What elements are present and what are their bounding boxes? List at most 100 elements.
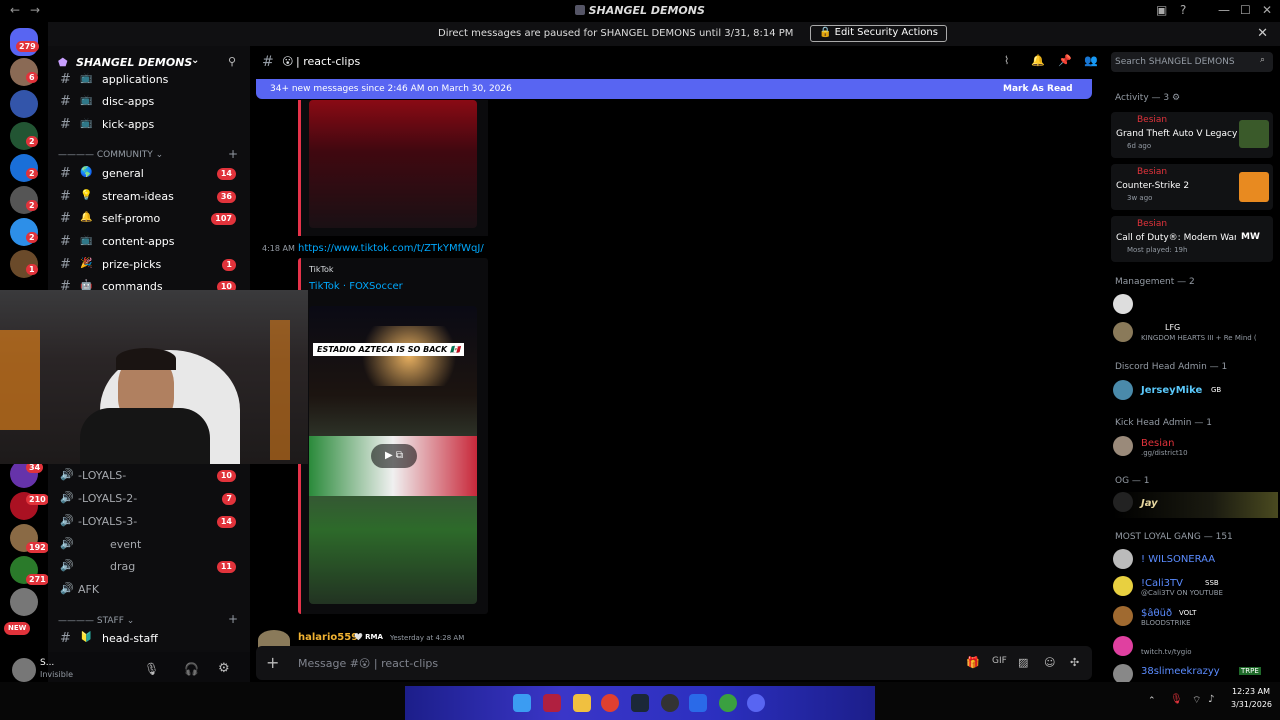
app-icon[interactable]: [543, 694, 561, 712]
category-staff[interactable]: ———— STAFF ⌄: [58, 616, 134, 626]
message-author[interactable]: halario559: [298, 632, 358, 643]
speaker-icon: 🔊: [60, 537, 74, 550]
channel-kick-apps[interactable]: # 📺 kick-apps: [56, 115, 246, 135]
previous-embed: [298, 100, 488, 236]
add-member-icon[interactable]: ⚲: [228, 55, 236, 68]
server-icon[interactable]: [10, 588, 38, 616]
headphones-icon[interactable]: 🎧: [184, 662, 199, 676]
channel-disc-apps[interactable]: # 📺 disc-apps: [56, 92, 246, 112]
channel-name: prize-picks: [102, 258, 162, 271]
security-shield-icon[interactable]: [689, 694, 707, 712]
inbox-icon[interactable]: ▣: [1156, 3, 1167, 17]
gta-icon: [1239, 120, 1269, 148]
add-channel-icon[interactable]: +: [228, 612, 238, 626]
member-item[interactable]: Besian .gg/district10: [1113, 436, 1278, 458]
message-input[interactable]: Message #😮 | react-clips: [298, 657, 438, 670]
wifi-icon[interactable]: ⌔: [1192, 694, 1201, 707]
chevron-up-icon[interactable]: ⌃: [1148, 696, 1156, 706]
add-channel-icon[interactable]: +: [228, 147, 238, 161]
channel-name: self-promo: [102, 212, 161, 225]
new-badge[interactable]: NEW: [4, 622, 31, 635]
help-icon[interactable]: ?: [1180, 3, 1186, 17]
maximize-icon[interactable]: ☐: [1240, 3, 1251, 17]
channel-self-promo[interactable]: # 🔔 self-promo 107: [56, 209, 246, 229]
member-item[interactable]: [1113, 294, 1278, 316]
voice-channel-loyals[interactable]: 🔊 -LOYALS- 10: [56, 466, 246, 486]
activity-card[interactable]: Besian Call of Duty®: Modern Warf... Mos…: [1111, 216, 1273, 262]
member-item[interactable]: !Cali3TV SSB @Cali3TV ON YOUTUBE: [1113, 576, 1278, 598]
add-attachment-icon[interactable]: +: [266, 653, 279, 672]
avatar[interactable]: [12, 658, 36, 682]
message-time: Yesterday at 4:28 AM: [390, 634, 465, 642]
channel-content-apps[interactable]: # 📺 content-apps: [56, 232, 246, 252]
member-item[interactable]: ! WILSONERAA: [1113, 549, 1278, 571]
obs-icon[interactable]: [661, 694, 679, 712]
voice-channel-drag[interactable]: 🔊 drag 11: [56, 557, 246, 577]
member-item[interactable]: $âθüð VOLT BLOODSTRIKE: [1113, 606, 1278, 628]
channel-prize-picks[interactable]: # 🎉 prize-picks 1: [56, 255, 246, 275]
channel-title-text: react-clips: [303, 55, 361, 68]
channel-name: event: [110, 538, 142, 551]
chrome-icon[interactable]: [601, 694, 619, 712]
new-messages-bar[interactable]: 34+ new messages since 2:46 AM on March …: [256, 79, 1092, 99]
voice-channel-loyals-2[interactable]: 🔊 -LOYALS-2- 7: [56, 489, 246, 509]
avatar: [1113, 380, 1133, 400]
mention-count: 36: [216, 191, 236, 203]
file-explorer-icon[interactable]: [573, 694, 591, 712]
members-icon[interactable]: 👥: [1084, 54, 1098, 67]
volume-icon[interactable]: ♪: [1208, 694, 1214, 705]
channel-name: -LOYALS-3-: [78, 515, 138, 528]
mark-as-read-button[interactable]: Mark As Read: [1003, 84, 1073, 94]
avatar: [1113, 492, 1133, 512]
threads-icon[interactable]: ⌇: [1004, 54, 1009, 67]
steam-icon[interactable]: [631, 694, 649, 712]
member-item[interactable]: twitch.tv/tygio: [1113, 636, 1278, 658]
member-item[interactable]: JerseyMike GB: [1113, 380, 1278, 402]
activity-card[interactable]: Besian Counter-Strike 2 3w ago: [1111, 164, 1273, 210]
channel-applications[interactable]: # 📺 applications: [56, 70, 246, 90]
apps-icon[interactable]: ✣: [1070, 656, 1079, 669]
orange-light-graphic: [270, 320, 290, 460]
gif-icon[interactable]: GIF: [992, 656, 1007, 666]
embed-title[interactable]: TikTok · FOXSoccer: [309, 281, 403, 292]
windows-start-icon[interactable]: [513, 694, 531, 712]
video-thumbnail[interactable]: ESTADIO AZTECA IS SO BACK 🇲🇽 ▶ ⧉: [309, 306, 477, 604]
server-icon: [575, 5, 586, 15]
play-button[interactable]: ▶ ⧉: [371, 444, 417, 468]
server-icon[interactable]: [10, 90, 38, 118]
clock-date[interactable]: 3/31/2026: [1231, 700, 1272, 709]
voice-channel-loyals-3[interactable]: 🔊 -LOYALS-3- 14: [56, 512, 246, 532]
discord-icon[interactable]: [747, 694, 765, 712]
category-community[interactable]: ———— COMMUNITY ⌄: [58, 150, 163, 160]
emoji-icon[interactable]: ☺: [1044, 656, 1055, 669]
channel-stream-ideas[interactable]: # 💡 stream-ideas 36: [56, 187, 246, 207]
voice-channel-event[interactable]: 🔊 event: [56, 535, 246, 555]
clock-time[interactable]: 12:23 AM: [1232, 687, 1270, 696]
close-banner-icon[interactable]: ✕: [1257, 26, 1268, 41]
microphone-icon[interactable]: 🎙: [144, 662, 159, 676]
sticker-icon[interactable]: ▨: [1018, 656, 1028, 669]
voice-channel-afk[interactable]: 🔊 AFK: [56, 580, 246, 600]
member-item[interactable]: Jay: [1113, 492, 1278, 518]
chat-area: # 😮 | react-clips ⌇ 🔔 📌 👥 34+ new messag…: [250, 46, 1105, 682]
activity-time: 6d ago: [1127, 142, 1152, 150]
chrome-profile-icon[interactable]: [719, 694, 737, 712]
member-item[interactable]: LFG KINGDOM HEARTS III + Re Mind (: [1113, 322, 1278, 344]
microphone-icon[interactable]: 🎙: [1170, 694, 1183, 705]
activity-card[interactable]: Besian Grand Theft Auto V Legacy 6d ago: [1111, 112, 1273, 158]
message-link[interactable]: https://www.tiktok.com/t/ZTkYMfWqJ/: [298, 243, 484, 254]
message-composer[interactable]: + Message #😮 | react-clips 🎁 GIF ▨ ☺ ✣: [256, 646, 1092, 680]
channel-name: head-staff: [102, 632, 158, 645]
bell-icon[interactable]: 🔔: [1031, 54, 1045, 67]
gift-icon[interactable]: 🎁: [966, 656, 980, 669]
pin-icon[interactable]: 📌: [1058, 54, 1072, 67]
video-thumbnail[interactable]: [309, 100, 477, 228]
gear-icon[interactable]: ⚙: [218, 661, 230, 676]
search-input[interactable]: Search SHANGEL DEMONS ⌕: [1111, 52, 1273, 72]
channel-head-staff[interactable]: # 🔰 head-staff: [56, 629, 246, 649]
channel-general[interactable]: # 🌎 general 14: [56, 164, 246, 184]
category-label: COMMUNITY: [96, 150, 153, 160]
close-window-icon[interactable]: ✕: [1262, 3, 1272, 17]
minimize-icon[interactable]: —: [1218, 3, 1230, 17]
edit-security-button[interactable]: 🔒 Edit Security Actions: [810, 25, 947, 42]
